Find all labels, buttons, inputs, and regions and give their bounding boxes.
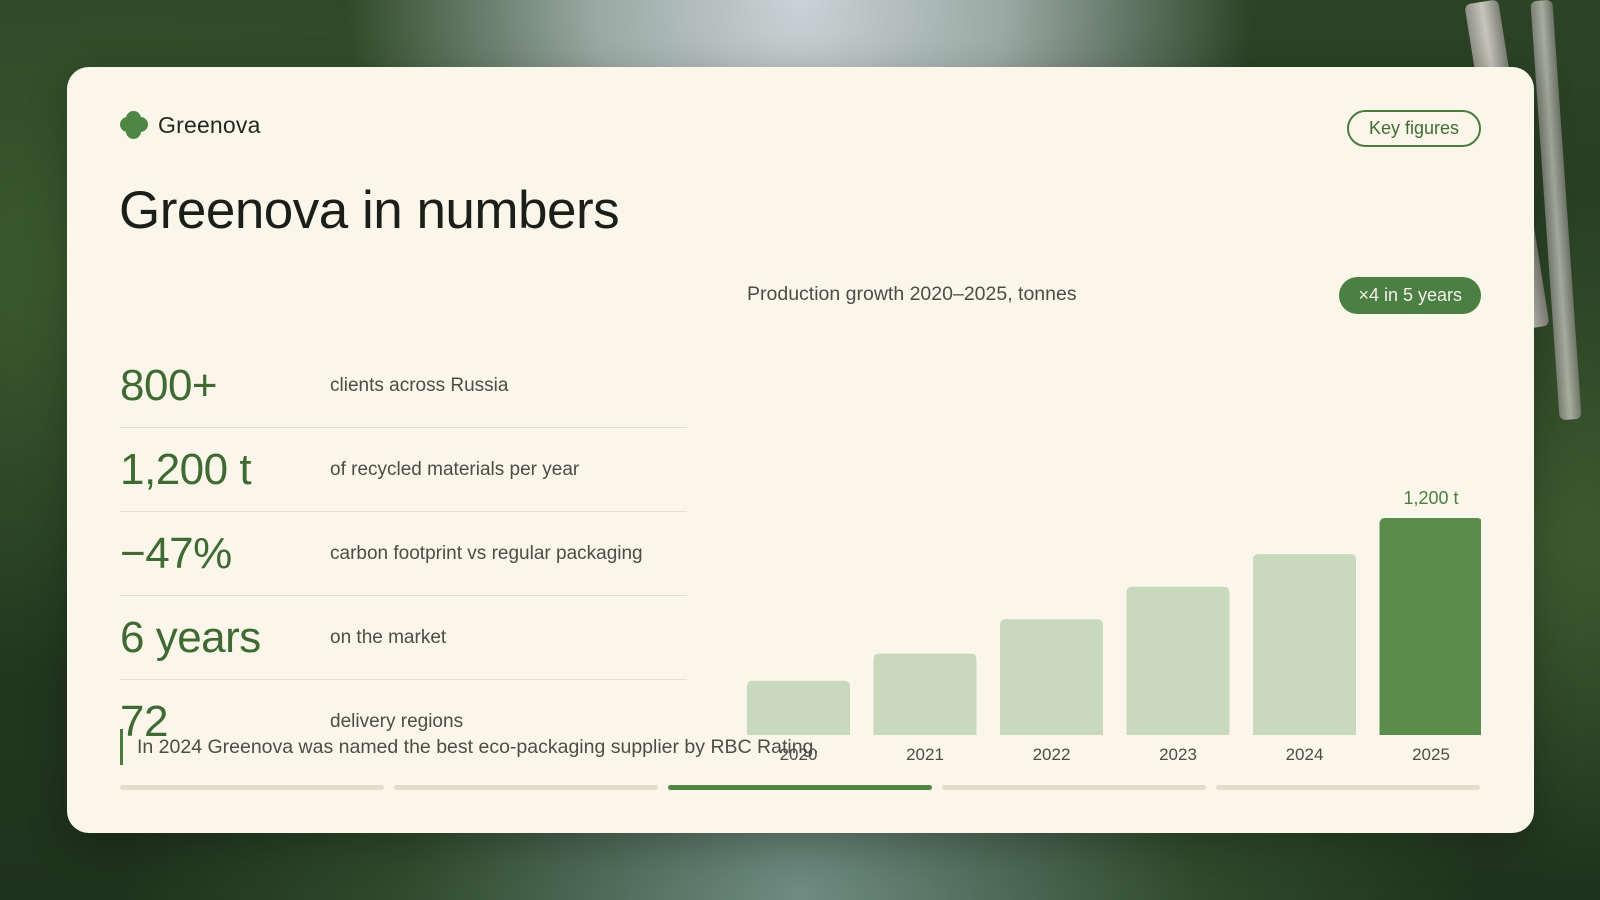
growth-badge: ×4 in 5 years bbox=[1339, 277, 1481, 314]
stat-row: 6 years on the market bbox=[120, 596, 687, 680]
page-title: Greenova in numbers bbox=[119, 181, 620, 240]
stat-row: −47% carbon footprint vs regular packagi… bbox=[120, 512, 687, 596]
bar-2020 bbox=[747, 680, 850, 735]
progress-segment[interactable] bbox=[668, 785, 932, 790]
stat-label: carbon footprint vs regular packaging bbox=[330, 542, 643, 564]
stat-value: −47% bbox=[120, 528, 232, 578]
bar-2024 bbox=[1253, 554, 1356, 735]
brand: Greenova bbox=[120, 111, 261, 139]
stats-list: 800+ clients across Russia 1,200 t of re… bbox=[120, 344, 687, 764]
award-quote: In 2024 Greenova was named the best eco-… bbox=[120, 729, 819, 765]
key-figures-button[interactable]: Key figures bbox=[1346, 110, 1481, 147]
slide-card: Greenova Key figures Greenova in numbers… bbox=[67, 67, 1534, 833]
stat-label: of recycled materials per year bbox=[330, 458, 580, 480]
tree-trunk bbox=[1530, 0, 1582, 421]
x-tick-label: 2024 bbox=[1286, 745, 1324, 764]
stat-value: 6 years bbox=[120, 612, 261, 662]
x-tick-label: 2021 bbox=[906, 745, 944, 764]
stat-row: 1,200 t of recycled materials per year bbox=[120, 428, 687, 512]
stat-value: 1,200 t bbox=[120, 444, 252, 494]
stat-value: 800+ bbox=[120, 360, 218, 410]
clover-icon bbox=[120, 111, 148, 139]
progress-segment[interactable] bbox=[1216, 785, 1480, 790]
brand-name: Greenova bbox=[158, 111, 261, 138]
stat-row: 800+ clients across Russia bbox=[120, 344, 687, 428]
chart-caption: Production growth 2020–2025, tonnes bbox=[747, 283, 1077, 305]
x-tick-label: 2023 bbox=[1159, 745, 1197, 764]
stat-label: on the market bbox=[330, 626, 447, 648]
slide-progress bbox=[120, 785, 1480, 790]
progress-segment[interactable] bbox=[120, 785, 384, 790]
progress-segment[interactable] bbox=[942, 785, 1206, 790]
bar-2022 bbox=[1000, 619, 1103, 735]
stat-label: clients across Russia bbox=[330, 374, 509, 396]
x-tick-label: 2022 bbox=[1033, 745, 1071, 764]
progress-segment[interactable] bbox=[394, 785, 658, 790]
bar-2023 bbox=[1126, 586, 1230, 735]
bar-2025 bbox=[1379, 518, 1481, 735]
production-bar-chart: 2020 2021 2022 2023 2024 20251,200 t bbox=[747, 488, 1481, 764]
bar-data-label: 1,200 t bbox=[1403, 488, 1458, 508]
x-tick-label: 2025 bbox=[1412, 745, 1450, 764]
bar-2021 bbox=[873, 653, 977, 735]
